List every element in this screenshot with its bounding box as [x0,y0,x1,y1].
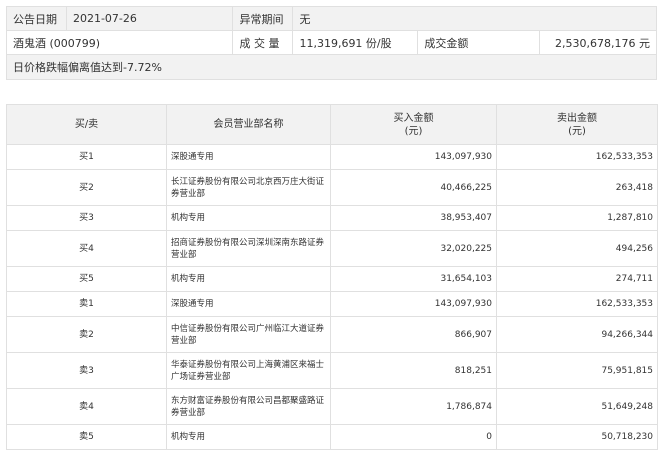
row-dept: 招商证券股份有限公司深圳深南东路证券营业部 [166,230,331,267]
row-dept: 机构专用 [166,266,331,292]
table-row: 卖1 深股通专用 143,097,930 162,533,353 [6,291,658,317]
row-sell: 1,287,810 [496,205,658,231]
row-side: 卖5 [6,424,167,450]
info-row-1: 公告日期 2021-07-26 异常期间 无 [6,6,657,31]
table-header-row: 买/卖 会员营业部名称 买入金额 (元) 卖出金额 (元) [6,104,658,145]
row-buy: 866,907 [330,316,497,353]
row-side: 买2 [6,169,167,206]
header-sell: 卖出金额 (元) [496,104,658,145]
volume-label: 成 交 量 [232,30,294,55]
row-dept: 中信证券股份有限公司广州临江大道证券营业部 [166,316,331,353]
row-buy: 40,466,225 [330,169,497,206]
row-sell: 50,718,230 [496,424,658,450]
table-row: 买3 机构专用 38,953,407 1,287,810 [6,205,658,231]
row-side: 买4 [6,230,167,267]
row-buy: 818,251 [330,352,497,389]
row-buy: 31,654,103 [330,266,497,292]
amount-value: 2,530,678,176 元 [539,30,657,55]
header-dept: 会员营业部名称 [166,104,331,145]
amount-label: 成交金额 [417,30,540,55]
table-row: 卖2 中信证券股份有限公司广州临江大道证券营业部 866,907 94,266,… [6,316,658,353]
row-dept: 华泰证券股份有限公司上海黄浦区来福士广场证券营业部 [166,352,331,389]
abnormal-period-label: 异常期间 [232,6,294,31]
row-buy: 0 [330,424,497,450]
table-row: 卖4 东方财富证券股份有限公司昌都聚盛路证券营业部 1,786,874 51,6… [6,388,658,425]
row-dept: 深股通专用 [166,291,331,317]
row-sell: 162,533,353 [496,291,658,317]
row-side: 买3 [6,205,167,231]
row-side: 卖1 [6,291,167,317]
row-sell: 263,418 [496,169,658,206]
row-sell: 494,256 [496,230,658,267]
row-side: 卖2 [6,316,167,353]
row-side: 买1 [6,144,167,170]
row-sell: 274,711 [496,266,658,292]
trading-seats-table: 买/卖 会员营业部名称 买入金额 (元) 卖出金额 (元) 买1 深股通专用 1… [6,104,658,450]
row-dept: 东方财富证券股份有限公司昌都聚盛路证券营业部 [166,388,331,425]
table-row: 买2 长江证券股份有限公司北京西万庄大街证券营业部 40,466,225 263… [6,169,658,206]
stock-name: 酒鬼酒 (000799) [5,30,234,55]
header-buy: 买入金额 (元) [330,104,497,145]
row-buy: 143,097,930 [330,291,497,317]
row-dept: 深股通专用 [166,144,331,170]
row-dept: 长江证券股份有限公司北京西万庄大街证券营业部 [166,169,331,206]
abnormal-reason: 日价格跌幅偏离值达到-7.72% [6,54,657,80]
row-sell: 162,533,353 [496,144,658,170]
row-sell: 94,266,344 [496,316,658,353]
abnormal-period-value: 无 [292,6,657,31]
table-row: 买1 深股通专用 143,097,930 162,533,353 [6,144,658,170]
row-buy: 1,786,874 [330,388,497,425]
row-side: 卖4 [6,388,167,425]
row-side: 卖3 [6,352,167,389]
announce-date-label: 公告日期 [6,6,67,31]
info-row-2: 酒鬼酒 (000799) 成 交 量 11,319,691 份/股 成交金额 2… [5,30,657,55]
row-sell: 51,649,248 [496,388,658,425]
table-row: 卖3 华泰证券股份有限公司上海黄浦区来福士广场证券营业部 818,251 75,… [6,352,658,389]
table-row: 买4 招商证券股份有限公司深圳深南东路证券营业部 32,020,225 494,… [6,230,658,267]
row-buy: 32,020,225 [330,230,497,267]
row-buy: 38,953,407 [330,205,497,231]
announcement-info-table: 公告日期 2021-07-26 异常期间 无 酒鬼酒 (000799) 成 交 … [5,6,657,80]
row-dept: 机构专用 [166,205,331,231]
table-row: 卖5 机构专用 0 50,718,230 [6,424,658,450]
info-row-3: 日价格跌幅偏离值达到-7.72% [6,54,657,80]
header-side: 买/卖 [6,104,167,145]
volume-value: 11,319,691 份/股 [292,30,419,55]
row-dept: 机构专用 [166,424,331,450]
announce-date-value: 2021-07-26 [65,6,234,31]
row-sell: 75,951,815 [496,352,658,389]
table-row: 买5 机构专用 31,654,103 274,711 [6,266,658,292]
row-side: 买5 [6,266,167,292]
row-buy: 143,097,930 [330,144,497,170]
